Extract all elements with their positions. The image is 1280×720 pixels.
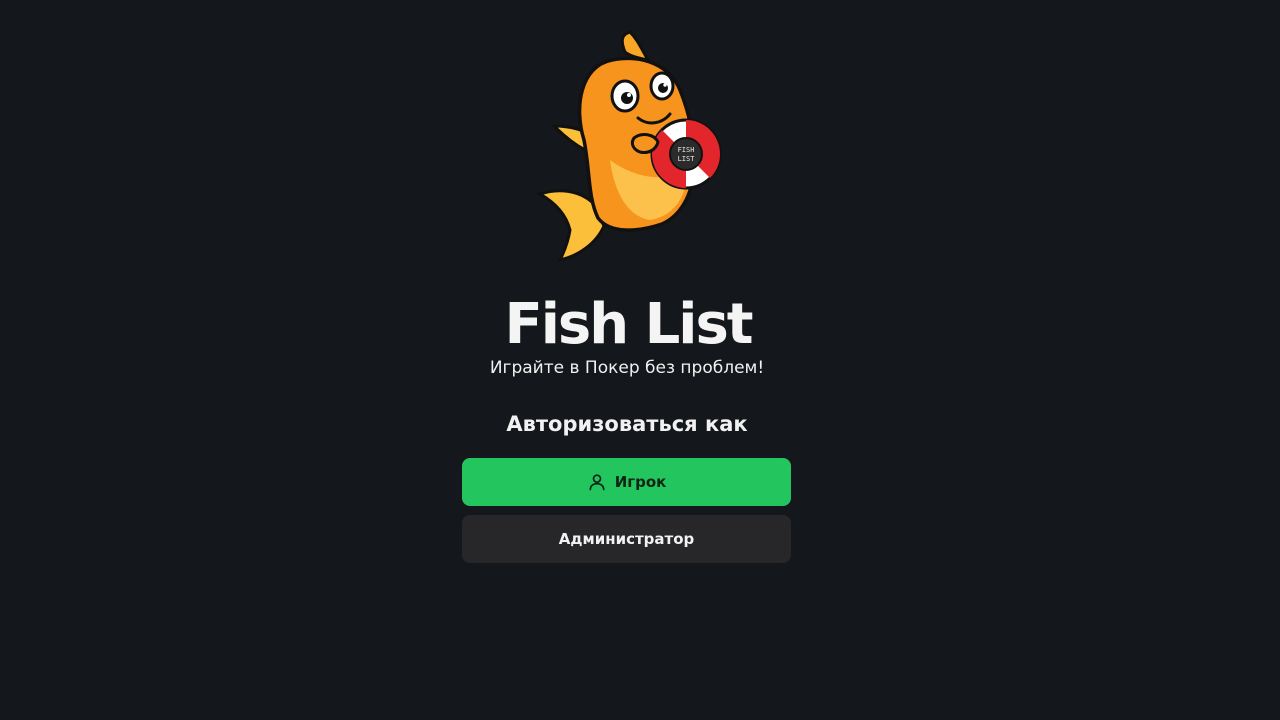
logo-text-list: LIST: [678, 155, 696, 163]
logo-text-fish: FISH: [678, 146, 695, 154]
admin-button-label: Администратор: [558, 530, 695, 548]
player-button-label: Игрок: [614, 473, 667, 491]
login-as-player-button[interactable]: Игрок: [462, 458, 791, 506]
fish-mascot-logo: FISH LIST: [536, 30, 722, 263]
login-as-admin-button[interactable]: Администратор: [462, 515, 791, 563]
auth-heading: Авторизоваться как: [506, 412, 748, 436]
app-tagline: Играйте в Покер без проблем!: [489, 358, 765, 378]
app-title: Fish List: [504, 292, 753, 357]
user-icon: [589, 474, 605, 491]
login-page: FISH LIST Fish List Играйте в Покер без …: [0, 0, 1280, 720]
